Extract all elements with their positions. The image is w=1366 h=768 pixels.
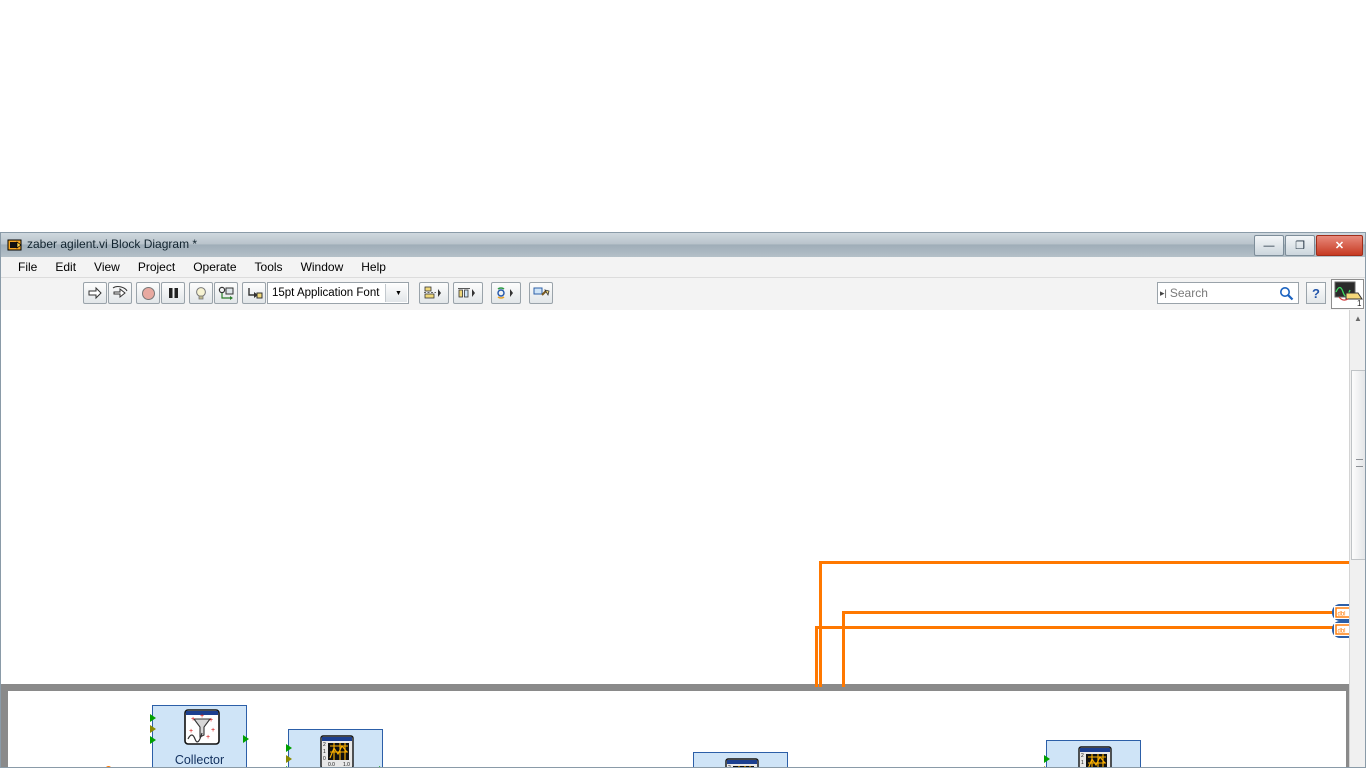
search-placeholder: Search: [1169, 286, 1208, 300]
vertical-scrollbar[interactable]: ▲: [1349, 310, 1365, 767]
svg-text:dbl: dbl: [1338, 629, 1346, 635]
output-terminal[interactable]: [243, 735, 249, 743]
search-grip-icon: ▸|: [1160, 287, 1167, 298]
xy-graph-icon: 210 0.0 1.0: [319, 734, 355, 768]
menu-operate[interactable]: Operate: [184, 258, 245, 276]
run-button[interactable]: [83, 282, 107, 304]
wire-numeric[interactable]: [819, 561, 822, 687]
desktop-background: [0, 0, 1366, 232]
svg-text:2: 2: [323, 742, 326, 748]
menu-window[interactable]: Window: [292, 258, 353, 276]
svg-text:2: 2: [1081, 753, 1084, 759]
input-terminal[interactable]: [150, 736, 156, 744]
font-size-selector[interactable]: 15pt Application Font ▼: [267, 282, 409, 304]
minimize-button[interactable]: —: [1254, 235, 1284, 256]
input-terminal[interactable]: [286, 755, 292, 763]
scroll-up-arrow-icon[interactable]: ▲: [1350, 310, 1365, 327]
menu-project[interactable]: Project: [129, 258, 184, 276]
svg-text:+: +: [189, 728, 193, 735]
node-build-xy-graph2[interactable]: 210 0.01.0 Build XY Graph2 X Input Y Inp…: [1044, 740, 1141, 767]
svg-text:+: +: [200, 713, 204, 720]
svg-text:0: 0: [323, 756, 326, 762]
labview-block-diagram-window: zaber agilent.vi Block Diagram * — ❐ ✕ F…: [0, 232, 1366, 768]
search-input[interactable]: ▸| Search: [1157, 282, 1299, 304]
retain-wire-values-button[interactable]: [214, 282, 238, 304]
svg-text:+: +: [211, 727, 215, 734]
input-terminal[interactable]: [150, 714, 156, 722]
highlight-execution-button[interactable]: [189, 282, 213, 304]
wire-numeric[interactable]: [842, 611, 845, 687]
xy-graph-icon-area: 210 0.01.0: [1044, 741, 1140, 767]
window-titlebar: zaber agilent.vi Block Diagram * — ❐ ✕: [1, 233, 1365, 258]
menu-tools[interactable]: Tools: [246, 258, 292, 276]
input-terminal[interactable]: [1044, 755, 1050, 763]
svg-text:+: +: [191, 716, 195, 723]
menu-edit[interactable]: Edit: [46, 258, 85, 276]
resize-objects-button[interactable]: [491, 282, 521, 304]
xy-graph-icon: 210 0.01.0: [1077, 745, 1113, 767]
menubar: File Edit View Project Operate Tools Win…: [1, 257, 1365, 278]
svg-text:1: 1: [1357, 299, 1362, 308]
abort-button[interactable]: [136, 282, 160, 304]
vi-icon-button[interactable]: 1: [1331, 279, 1364, 309]
maximize-button[interactable]: ❐: [1285, 235, 1315, 256]
svg-text:+: +: [209, 717, 213, 724]
step-into-button[interactable]: [242, 282, 266, 304]
context-help-button[interactable]: ?: [1306, 282, 1326, 304]
screen-root: zaber agilent.vi Block Diagram * — ❐ ✕ F…: [0, 0, 1366, 768]
wire-numeric[interactable]: [815, 626, 818, 687]
svg-text:1.0: 1.0: [343, 762, 350, 768]
svg-text:1: 1: [323, 749, 326, 755]
close-button[interactable]: ✕: [1316, 235, 1363, 256]
input-terminal[interactable]: [150, 725, 156, 733]
node-title: Collector: [174, 753, 225, 767]
input-terminal[interactable]: [286, 744, 292, 752]
menu-file[interactable]: File: [9, 258, 46, 276]
pause-button[interactable]: [161, 282, 185, 304]
xy-graph-icon-area: 210 0.0 1.0: [286, 730, 385, 768]
menu-view[interactable]: View: [85, 258, 129, 276]
chevron-down-icon[interactable]: ▼: [385, 284, 407, 302]
magnifier-icon[interactable]: [1279, 286, 1294, 306]
svg-text:0.0: 0.0: [328, 762, 335, 768]
labview-vi-icon: [7, 237, 23, 253]
xy-graph-icon: 210 0.01.0: [724, 757, 760, 767]
svg-text:1: 1: [1081, 760, 1084, 766]
svg-text:dbl: dbl: [1338, 612, 1346, 618]
block-diagram-canvas[interactable]: +++ +++ Collector Signals Collected Sign…: [1, 310, 1365, 768]
align-objects-button[interactable]: [419, 282, 449, 304]
scrollbar-thumb[interactable]: [1351, 370, 1365, 560]
svg-text:+: +: [206, 734, 210, 741]
node-collector[interactable]: +++ +++ Collector Signals Collected Sign…: [150, 705, 249, 767]
xy-graph-icon-area: 210 0.01.0: [694, 753, 787, 767]
wire-numeric[interactable]: [815, 626, 1337, 629]
node-build-xy-graph7[interactable]: 210 0.01.0 Build XY Graph7 X Input Y Inp…: [693, 752, 788, 767]
distribute-objects-button[interactable]: [453, 282, 483, 304]
clean-up-diagram-button[interactable]: [529, 282, 553, 304]
collector-funnel-icon: + + + + + +: [183, 708, 221, 751]
window-control-buttons: — ❐ ✕: [1254, 235, 1363, 256]
toolbar: 15pt Application Font ▼ ▸| Search ? 1: [1, 278, 1365, 311]
wire-numeric[interactable]: [842, 611, 1337, 614]
window-title: zaber agilent.vi Block Diagram *: [27, 237, 198, 251]
collector-icon-area: + + + + + +: [150, 706, 249, 752]
menu-help[interactable]: Help: [352, 258, 395, 276]
node-build-xy-graph3[interactable]: 210 0.01.0 Build XY Graph3 X Input Y Inp…: [286, 729, 385, 768]
wire-numeric[interactable]: [819, 561, 1359, 564]
font-selector-value: 15pt Application Font: [272, 287, 380, 299]
run-continuously-button[interactable]: [108, 282, 132, 304]
